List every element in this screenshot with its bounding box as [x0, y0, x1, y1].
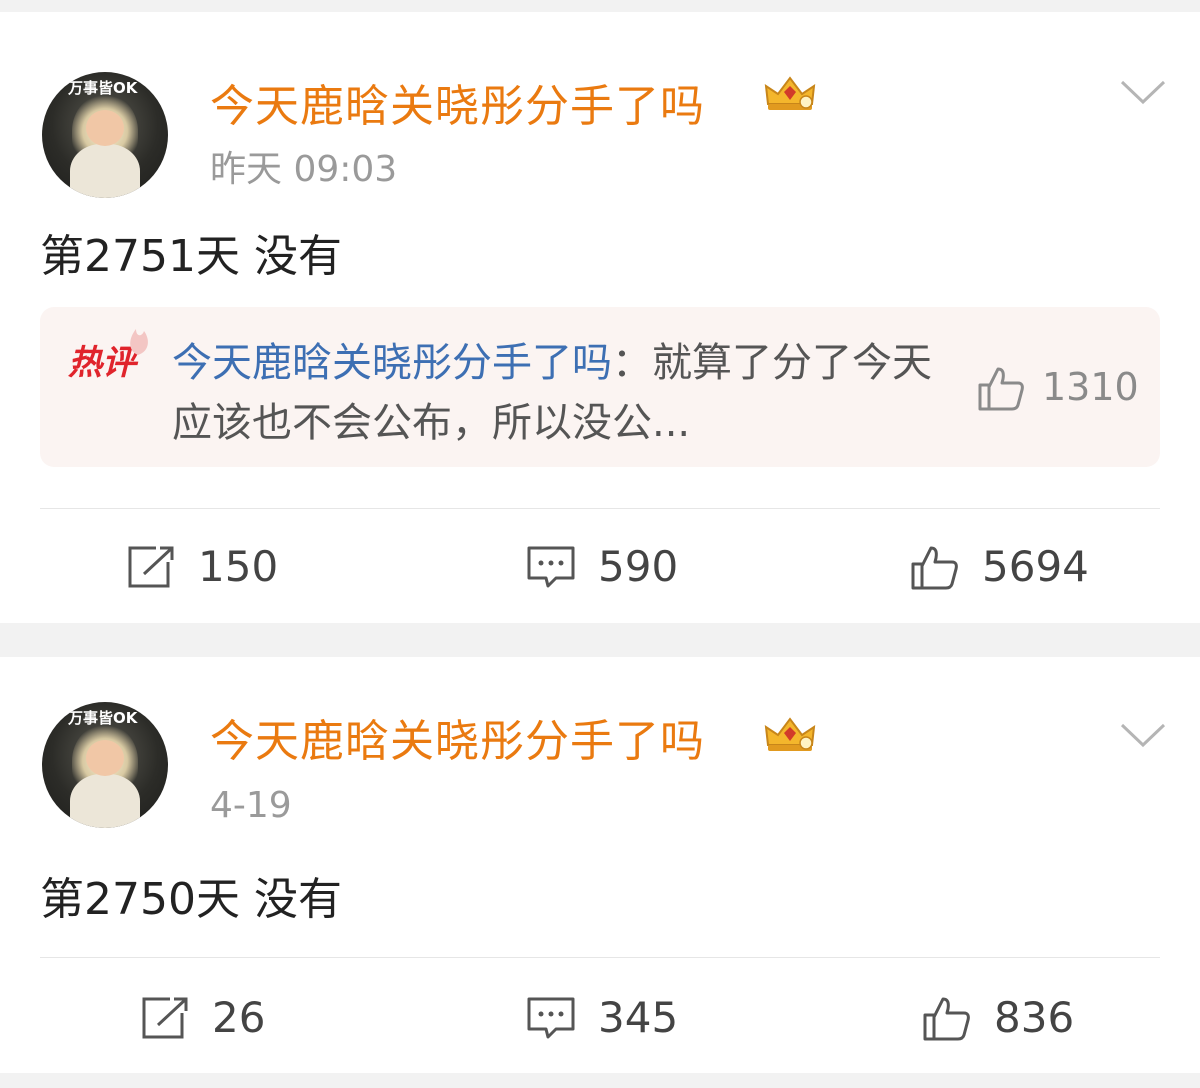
repost-count: 26 [212, 993, 266, 1042]
hot-comment[interactable]: 热评 今天鹿晗关晓彤分手了吗：就算了分了今天应该也不会公布，所以没公... 13… [40, 307, 1160, 467]
hot-comment-text: 今天鹿晗关晓彤分手了吗：就算了分了今天应该也不会公布，所以没公... [172, 333, 932, 453]
hot-comment-separator: ： [612, 340, 652, 386]
thumbs-up-icon[interactable] [976, 363, 1026, 413]
avatar-figure-face [86, 740, 124, 776]
like-count: 5694 [982, 542, 1089, 591]
chevron-down-icon[interactable] [1118, 76, 1168, 106]
like-button[interactable]: 5694 [910, 542, 1089, 591]
avatar-figure-body [70, 144, 140, 198]
hot-comment-user[interactable]: 今天鹿晗关晓彤分手了吗 [172, 340, 612, 386]
avatar-caption: 万事皆OK [68, 709, 138, 727]
avatar[interactable]: 万事皆OK [42, 702, 168, 828]
post-time: 4-19 [210, 785, 292, 826]
like-button[interactable]: 836 [922, 993, 1074, 1042]
hot-comment-likes: 1310 [1042, 365, 1139, 409]
chevron-down-icon[interactable] [1118, 719, 1168, 749]
thumbs-up-icon [923, 997, 970, 1040]
comment-button[interactable]: 590 [526, 542, 678, 591]
repost-icon [128, 546, 174, 587]
flame-icon [130, 329, 148, 355]
like-count: 836 [994, 993, 1075, 1042]
avatar[interactable]: 万事皆OK [42, 72, 168, 198]
thumbs-up-icon [911, 546, 958, 589]
post-time: 昨天 09:03 [210, 149, 398, 190]
avatar-figure-body [70, 774, 140, 828]
post-text: 第2750天 没有 [40, 874, 342, 925]
comment-count: 345 [598, 993, 679, 1042]
divider [40, 508, 1160, 509]
repost-button[interactable]: 26 [140, 993, 265, 1042]
post-card: 万事皆OK 今天鹿晗关晓彤分手了吗 4-19 第2750天 没有 26 345 … [0, 657, 1200, 1073]
username[interactable]: 今天鹿晗关晓彤分手了吗 [210, 70, 705, 134]
comment-icon [527, 997, 575, 1038]
comment-count: 590 [598, 542, 679, 591]
divider [40, 957, 1160, 958]
avatar-caption: 万事皆OK [68, 79, 138, 97]
username[interactable]: 今天鹿晗关晓彤分手了吗 [210, 705, 705, 769]
post-text: 第2751天 没有 [40, 231, 342, 282]
crown-badge-icon [764, 76, 816, 110]
avatar-figure-face [86, 110, 124, 146]
comment-button[interactable]: 345 [526, 993, 678, 1042]
repost-icon [142, 997, 188, 1038]
repost-count: 150 [198, 542, 279, 591]
post-card: 万事皆OK 今天鹿晗关晓彤分手了吗 昨天 09:03 第2751天 没有 热评 … [0, 12, 1200, 623]
crown-badge-icon [764, 717, 816, 751]
comment-icon [527, 546, 575, 587]
repost-button[interactable]: 150 [126, 542, 278, 591]
